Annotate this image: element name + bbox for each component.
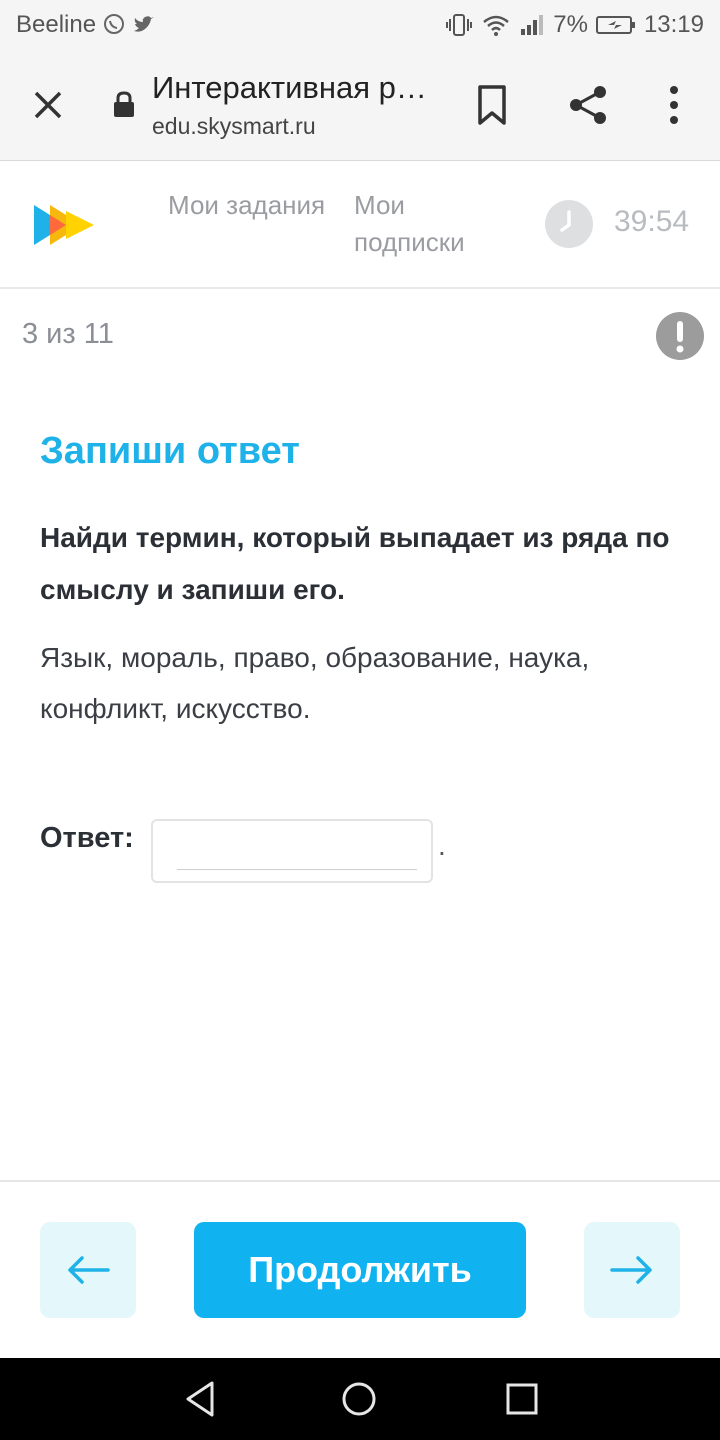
nav-my-tasks[interactable]: Мои задания [168, 187, 328, 224]
task-title: Запиши ответ [40, 430, 300, 472]
page-url[interactable]: edu.skysmart.ru [152, 113, 316, 140]
wifi-icon [483, 15, 510, 36]
back-icon[interactable] [182, 1380, 220, 1418]
arrow-right-icon [610, 1256, 652, 1284]
lock-icon [114, 91, 134, 117]
skysmart-logo[interactable] [30, 201, 98, 249]
share-icon[interactable] [566, 83, 610, 127]
twitter-icon [134, 16, 155, 32]
page-title[interactable]: Интерактивная р… [152, 70, 427, 106]
answer-box[interactable] [151, 819, 433, 883]
bookmark-icon[interactable] [472, 83, 512, 127]
previous-button[interactable] [40, 1222, 136, 1318]
arrow-left-icon [68, 1256, 110, 1284]
browser-toolbar: Интерактивная р… edu.skysmart.ru [0, 50, 720, 161]
close-icon[interactable] [28, 85, 68, 125]
nav-my-subscriptions[interactable]: Мои подписки [354, 187, 514, 261]
app-header: Мои задания Мои подписки 39:54 [0, 161, 720, 289]
answer-suffix: . [438, 830, 446, 861]
answer-input[interactable] [177, 829, 417, 870]
answer-label: Ответ: [40, 822, 134, 854]
continue-button[interactable]: Продолжить [194, 1222, 526, 1318]
recent-apps-icon[interactable] [503, 1380, 541, 1418]
carrier-name: Beeline [16, 11, 97, 38]
task-question: Найди термин, который выпадает из ряда п… [40, 522, 670, 605]
signal-icon [521, 15, 544, 35]
next-button[interactable] [584, 1222, 680, 1318]
viber-icon [104, 14, 125, 34]
vibrate-icon [446, 14, 473, 36]
battery-percent: 7% [553, 11, 588, 38]
clock: 13:19 [643, 11, 704, 38]
timer: 39:54 [614, 205, 690, 238]
clock-icon [545, 200, 593, 248]
task-progress: 3 из 11 [22, 318, 114, 350]
battery-icon [595, 16, 635, 34]
report-problem-icon[interactable] [656, 312, 704, 360]
footer-divider [0, 1180, 720, 1182]
status-bar: Beeline 7% 13:19 [0, 0, 720, 50]
task-terms: Язык, мораль, право, образование, наука,… [40, 642, 590, 724]
system-navigation-bar [0, 1358, 720, 1440]
home-icon[interactable] [340, 1380, 378, 1418]
more-options-icon[interactable] [660, 83, 688, 127]
